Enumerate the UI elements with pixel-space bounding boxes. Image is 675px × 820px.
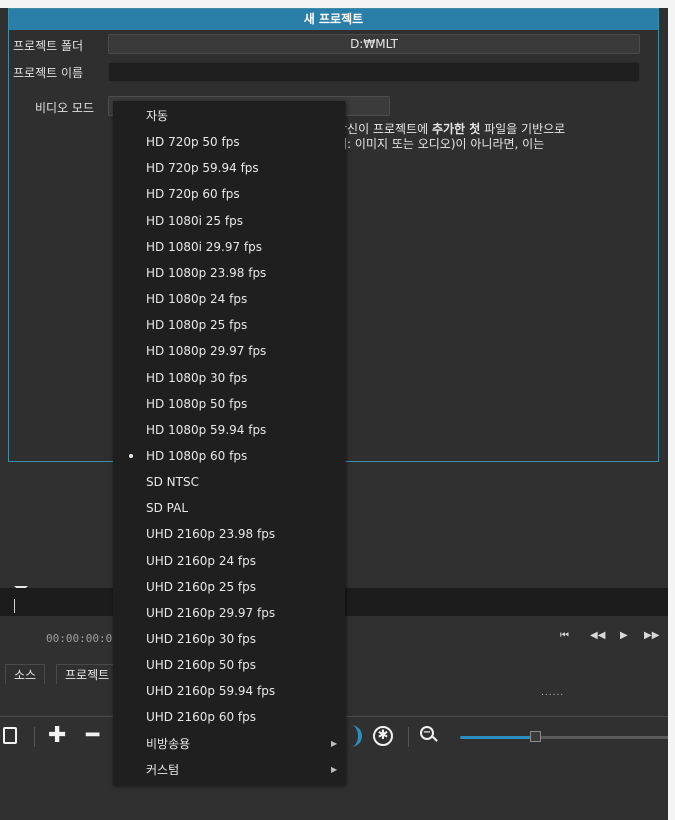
video-mode-menu-item[interactable]: UHD 2160p 24 fps <box>113 548 345 574</box>
project-name-input[interactable] <box>108 62 640 82</box>
video-mode-menu-item[interactable]: HD 1080p 23.98 fps <box>113 260 345 286</box>
menu-item-label: UHD 2160p 25 fps <box>146 579 257 594</box>
menu-item-label: SD NTSC <box>146 475 199 490</box>
menu-item-label: HD 1080p 29.97 fps <box>146 344 267 359</box>
window-top-border <box>0 0 668 8</box>
video-mode-menu-item[interactable]: 커스텀 ▶ <box>113 757 345 783</box>
project-folder-label: 프로젝트 폴더 <box>13 39 84 53</box>
menu-item-label: HD 720p 59.94 fps <box>146 161 259 176</box>
selected-bullet-icon <box>129 453 133 458</box>
video-mode-menu-item[interactable]: HD 1080p 60 fps <box>113 443 345 469</box>
video-mode-menu-item[interactable]: HD 1080p 59.94 fps <box>113 417 345 443</box>
video-mode-menu-item[interactable]: HD 720p 60 fps <box>113 181 345 207</box>
menu-item-label: 자동 <box>146 109 169 123</box>
video-mode-menu-item[interactable]: UHD 2160p 29.97 fps <box>113 600 345 626</box>
video-mode-label: 비디오 모드 <box>35 101 95 115</box>
menu-item-label: HD 1080p 60 fps <box>146 448 248 463</box>
tab-source[interactable]: 소스 <box>5 664 46 684</box>
menu-item-label: HD 1080p 23.98 fps <box>146 265 267 280</box>
menu-item-label: UHD 2160p 60 fps <box>146 710 257 725</box>
tab-project[interactable]: 프로젝트 <box>56 664 119 684</box>
timecode-display[interactable]: 00:00:00:00 <box>46 632 119 645</box>
video-mode-menu-item[interactable]: UHD 2160p 60 fps <box>113 704 345 730</box>
video-mode-menu-item[interactable]: HD 1080p 29.97 fps <box>113 338 345 364</box>
ripple-icon[interactable] <box>346 725 362 747</box>
menu-item-label: UHD 2160p 50 fps <box>146 658 257 673</box>
submenu-arrow-icon: ▶ <box>331 764 338 774</box>
menu-item-label: HD 1080p 59.94 fps <box>146 422 267 437</box>
zoom-slider-handle[interactable] <box>530 731 541 742</box>
menu-item-label: UHD 2160p 29.97 fps <box>146 605 276 620</box>
menu-item-label: HD 1080i 29.97 fps <box>146 239 263 254</box>
video-mode-menu-item[interactable]: HD 1080p 50 fps <box>113 391 345 417</box>
panel-title: 새 프로젝트 <box>9 9 658 30</box>
video-mode-menu-item[interactable]: 자동 <box>113 103 345 129</box>
video-mode-menu-item[interactable]: HD 1080i 29.97 fps <box>113 234 345 260</box>
menu-item-label: UHD 2160p 30 fps <box>146 632 257 646</box>
video-mode-menu-item[interactable]: UHD 2160p 59.94 fps <box>113 678 345 704</box>
menu-item-label: SD PAL <box>146 501 189 516</box>
menu-item-label: HD 1080p 24 fps <box>146 292 248 307</box>
video-mode-dropdown-menu: 자동 HD 720p 50 fps HD 720p 59.94 fps HD 720p… <box>113 101 345 785</box>
desc-prefix: 당신이 프로젝트에 <box>336 122 432 136</box>
video-mode-menu-item[interactable]: UHD 2160p 23.98 fps <box>113 521 345 547</box>
menu-item-label: HD 1080i 25 fps <box>146 213 243 228</box>
menu-item-label: 비방송용 <box>146 736 191 751</box>
menu-item-label: UHD 2160p 59.94 fps <box>146 684 276 699</box>
video-mode-menu-item[interactable]: 비방송용 ▶ <box>113 731 345 757</box>
menu-item-label: 커스텀 <box>146 762 180 777</box>
video-mode-menu-item[interactable]: HD 1080i 25 fps <box>113 208 345 234</box>
desc-bold: 추가한 첫 <box>431 122 481 136</box>
video-mode-menu-item[interactable]: SD NTSC <box>113 469 345 495</box>
submenu-arrow-icon: ▶ <box>331 738 338 748</box>
video-mode-menu-item[interactable]: SD PAL <box>113 495 345 521</box>
window-right-border <box>668 0 675 820</box>
video-mode-menu-item[interactable]: HD 1080p 25 fps <box>113 312 345 338</box>
zoom-out-icon-handle <box>432 736 438 742</box>
snap-icon[interactable]: ✱ <box>373 726 393 746</box>
desc-line-2: 예: 이미지 또는 오디오)이 아니라면, 이는 <box>336 137 545 151</box>
project-name-label: 프로젝트 이름 <box>13 66 84 80</box>
minus-icon[interactable]: ━ <box>86 725 99 747</box>
video-mode-menu-item[interactable]: HD 720p 50 fps <box>113 129 345 155</box>
video-mode-menu-item[interactable]: HD 720p 59.94 fps <box>113 155 345 181</box>
menu-item-label: HD 1080p 25 fps <box>146 318 248 333</box>
play-icon[interactable]: ▶ <box>620 630 628 641</box>
skip-to-start-icon[interactable]: ⏮ <box>560 630 569 641</box>
playhead-line <box>14 599 15 613</box>
menu-item-label: UHD 2160p 24 fps <box>146 553 257 568</box>
toolbar-separator-2 <box>408 727 409 747</box>
menu-item-label: HD 720p 50 fps <box>146 135 240 150</box>
zoom-slider-fill[interactable] <box>460 736 540 739</box>
video-mode-menu-item[interactable]: HD 1080p 30 fps <box>113 365 345 391</box>
fast-forward-icon[interactable]: ▶▶ <box>644 630 659 641</box>
transport-controls: ⏮ ◀◀ ▶ ▶▶ <box>560 630 660 644</box>
video-mode-menu-item[interactable]: HD 1080p 24 fps <box>113 286 345 312</box>
more-dots-icon: ...... <box>541 688 565 698</box>
video-mode-description: 당신이 프로젝트에 추가한 첫 파일을 기반으로 예: 이미지 또는 오디오)이… <box>336 122 636 152</box>
menu-item-label: HD 720p 60 fps <box>146 187 240 202</box>
zoom-slider-track[interactable] <box>540 736 668 739</box>
toolbar-separator <box>34 727 35 747</box>
plus-icon[interactable]: ✚ <box>48 725 66 747</box>
menu-item-label: UHD 2160p 23.98 fps <box>146 527 276 542</box>
video-mode-menu-item[interactable]: UHD 2160p 25 fps <box>113 574 345 600</box>
project-folder-button[interactable]: D:₩MLT <box>108 34 640 54</box>
rewind-icon[interactable]: ◀◀ <box>590 630 605 641</box>
video-mode-menu-item[interactable]: UHD 2160p 50 fps <box>113 652 345 678</box>
menu-item-label: HD 1080p 50 fps <box>146 396 248 411</box>
menu-item-label: HD 1080p 30 fps <box>146 370 248 385</box>
desc-suffix: 파일을 기반으로 <box>480 122 566 136</box>
paste-icon[interactable] <box>3 727 17 744</box>
video-mode-menu-item[interactable]: UHD 2160p 30 fps <box>113 626 345 652</box>
